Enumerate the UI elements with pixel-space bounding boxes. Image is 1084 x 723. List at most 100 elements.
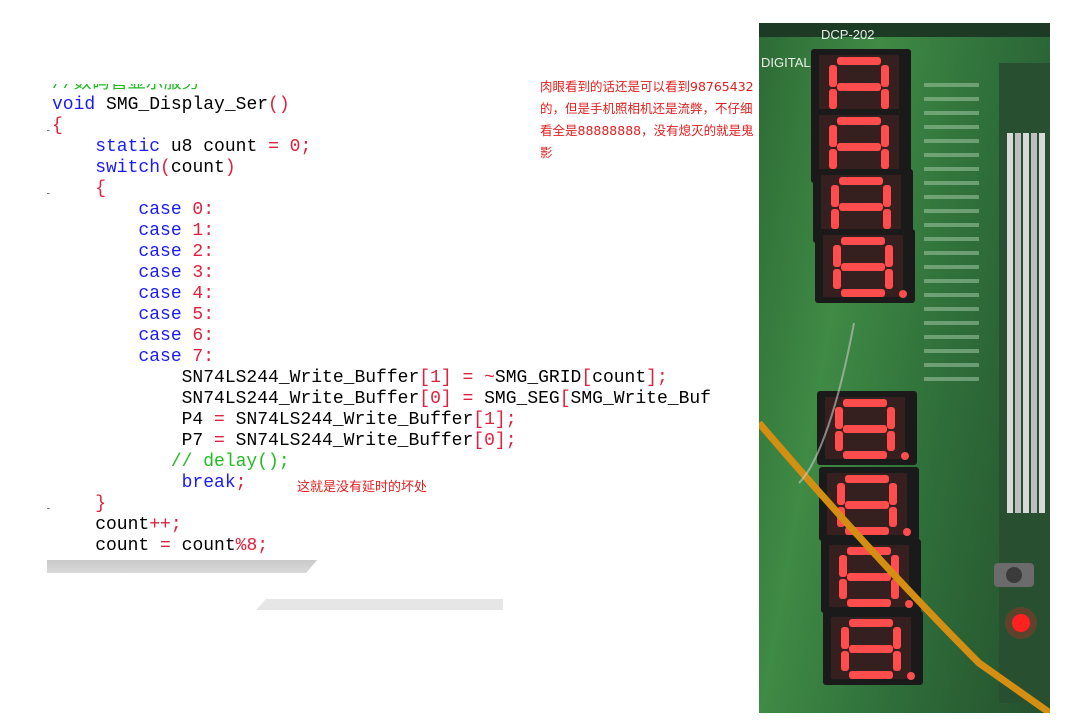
board-label: DCP-202: [821, 27, 874, 42]
code-line: SN74LS244_Write_Buffer[1] = ~SMG_GRID[co…: [52, 368, 668, 389]
segment-a: [849, 619, 893, 627]
segment-a: [839, 177, 883, 185]
code-token: [: [581, 368, 593, 388]
code-token: SMG_GRID: [494, 368, 582, 388]
code-token: case: [52, 200, 182, 220]
segment-c: [883, 209, 891, 229]
code-token: 0: [278, 137, 301, 157]
segment-e: [833, 269, 841, 289]
code-token: :: [203, 221, 215, 241]
segment-d: [849, 671, 893, 679]
segment-f: [835, 407, 843, 429]
code-token: [: [473, 431, 485, 451]
resistor-pad: [924, 279, 979, 283]
code-token: SMG_Display_Ser: [95, 95, 269, 115]
code-token: P7: [52, 431, 215, 451]
code-token: P4: [52, 410, 215, 430]
code-token: [: [473, 410, 485, 430]
code-token: // delay();: [52, 452, 290, 472]
code-token: count: [170, 536, 236, 556]
segment-g: [839, 203, 883, 211]
segment-e: [841, 651, 849, 671]
code-token: =: [160, 536, 171, 556]
code-token: SN74LS244_Write_Buffer: [224, 410, 474, 430]
delay-annotation: 这就是没有延时的坏处: [297, 480, 428, 495]
segment-a: [841, 237, 885, 245]
segment-d: [847, 599, 891, 607]
code-token: ]: [440, 389, 452, 409]
code-token: 2: [181, 242, 204, 262]
resistor-pad: [924, 195, 979, 199]
code-token: SN74LS244_Write_Buffer: [52, 368, 420, 388]
code-token: =: [451, 389, 485, 409]
board-label-2: DIGITAL: [761, 55, 811, 70]
segment-c: [893, 651, 901, 671]
resistor-pad: [924, 307, 979, 311]
code-token: =: [268, 137, 279, 157]
code-token: count: [170, 158, 225, 178]
code-token: ]: [440, 368, 452, 388]
ribbon-cable-strand: [1007, 133, 1013, 513]
code-line: switch(count): [52, 158, 235, 179]
code-line: static u8 count = 0;: [52, 137, 311, 158]
resistor-pad: [924, 223, 979, 227]
seven-segment-digit: [823, 611, 923, 685]
segment-e: [829, 89, 837, 109]
segment-f: [829, 125, 837, 147]
segment-g: [849, 645, 893, 653]
code-token: ;: [257, 536, 269, 556]
seven-segment-digit: [817, 391, 917, 465]
code-token: 0: [430, 389, 441, 409]
code-line: P7 = SN74LS244_Write_Buffer[0];: [52, 431, 517, 452]
code-token: void: [52, 95, 96, 115]
code-token: (: [160, 158, 171, 178]
code-snippet-shadow: [47, 560, 317, 573]
code-token: 4: [181, 284, 204, 304]
resistor-pad: [924, 349, 979, 353]
segment-g: [837, 143, 881, 151]
code-token: break: [52, 473, 236, 493]
code-token: [: [419, 389, 431, 409]
code-token: 1: [430, 368, 441, 388]
code-token: SMG_SEG: [484, 389, 560, 409]
segment-g: [837, 83, 881, 91]
resistor-pad: [924, 167, 979, 171]
segment-f: [829, 65, 837, 87]
code-line: case 4:: [52, 284, 214, 305]
resistor-pad: [924, 321, 979, 325]
segment-e: [835, 431, 843, 451]
code-line: //数码管显示服务: [52, 84, 200, 95]
segment-g: [841, 263, 885, 271]
resistor-pad: [924, 209, 979, 213]
code-token: count: [52, 515, 150, 535]
code-line: break;: [52, 473, 247, 494]
code-token: 1: [181, 221, 204, 241]
code-token: :: [203, 347, 215, 367]
code-token: count: [592, 368, 647, 388]
code-token: :: [203, 284, 215, 304]
code-token: ];: [494, 410, 517, 430]
segment-dp: [905, 600, 913, 608]
code-line: void SMG_Display_Ser(): [52, 95, 290, 116]
ribbon-cable-strand: [1031, 133, 1037, 513]
seven-segment-board: DCP-202 DIGITAL: [759, 23, 1050, 713]
ribbon-cable-strand: [1015, 133, 1021, 513]
segment-g: [843, 425, 887, 433]
code-token: 0: [181, 200, 204, 220]
segment-dp: [899, 290, 907, 298]
code-token: SN74LS244_Write_Buffer: [224, 431, 474, 451]
resistor-pad: [924, 293, 979, 297]
segment-d: [843, 451, 887, 459]
code-token: case: [52, 284, 182, 304]
code-token: 1: [484, 410, 495, 430]
code-token: =: [214, 410, 225, 430]
board-photo: DCP-202 DIGITAL: [759, 23, 1050, 713]
segment-f: [839, 555, 847, 577]
resistor-pad: [924, 335, 979, 339]
code-token: switch: [52, 158, 161, 178]
resistor-pad: [924, 181, 979, 185]
code-line: }: [52, 494, 106, 515]
resistor-pad: [924, 251, 979, 255]
resistor-pad: [924, 97, 979, 101]
code-token: {: [52, 116, 63, 136]
